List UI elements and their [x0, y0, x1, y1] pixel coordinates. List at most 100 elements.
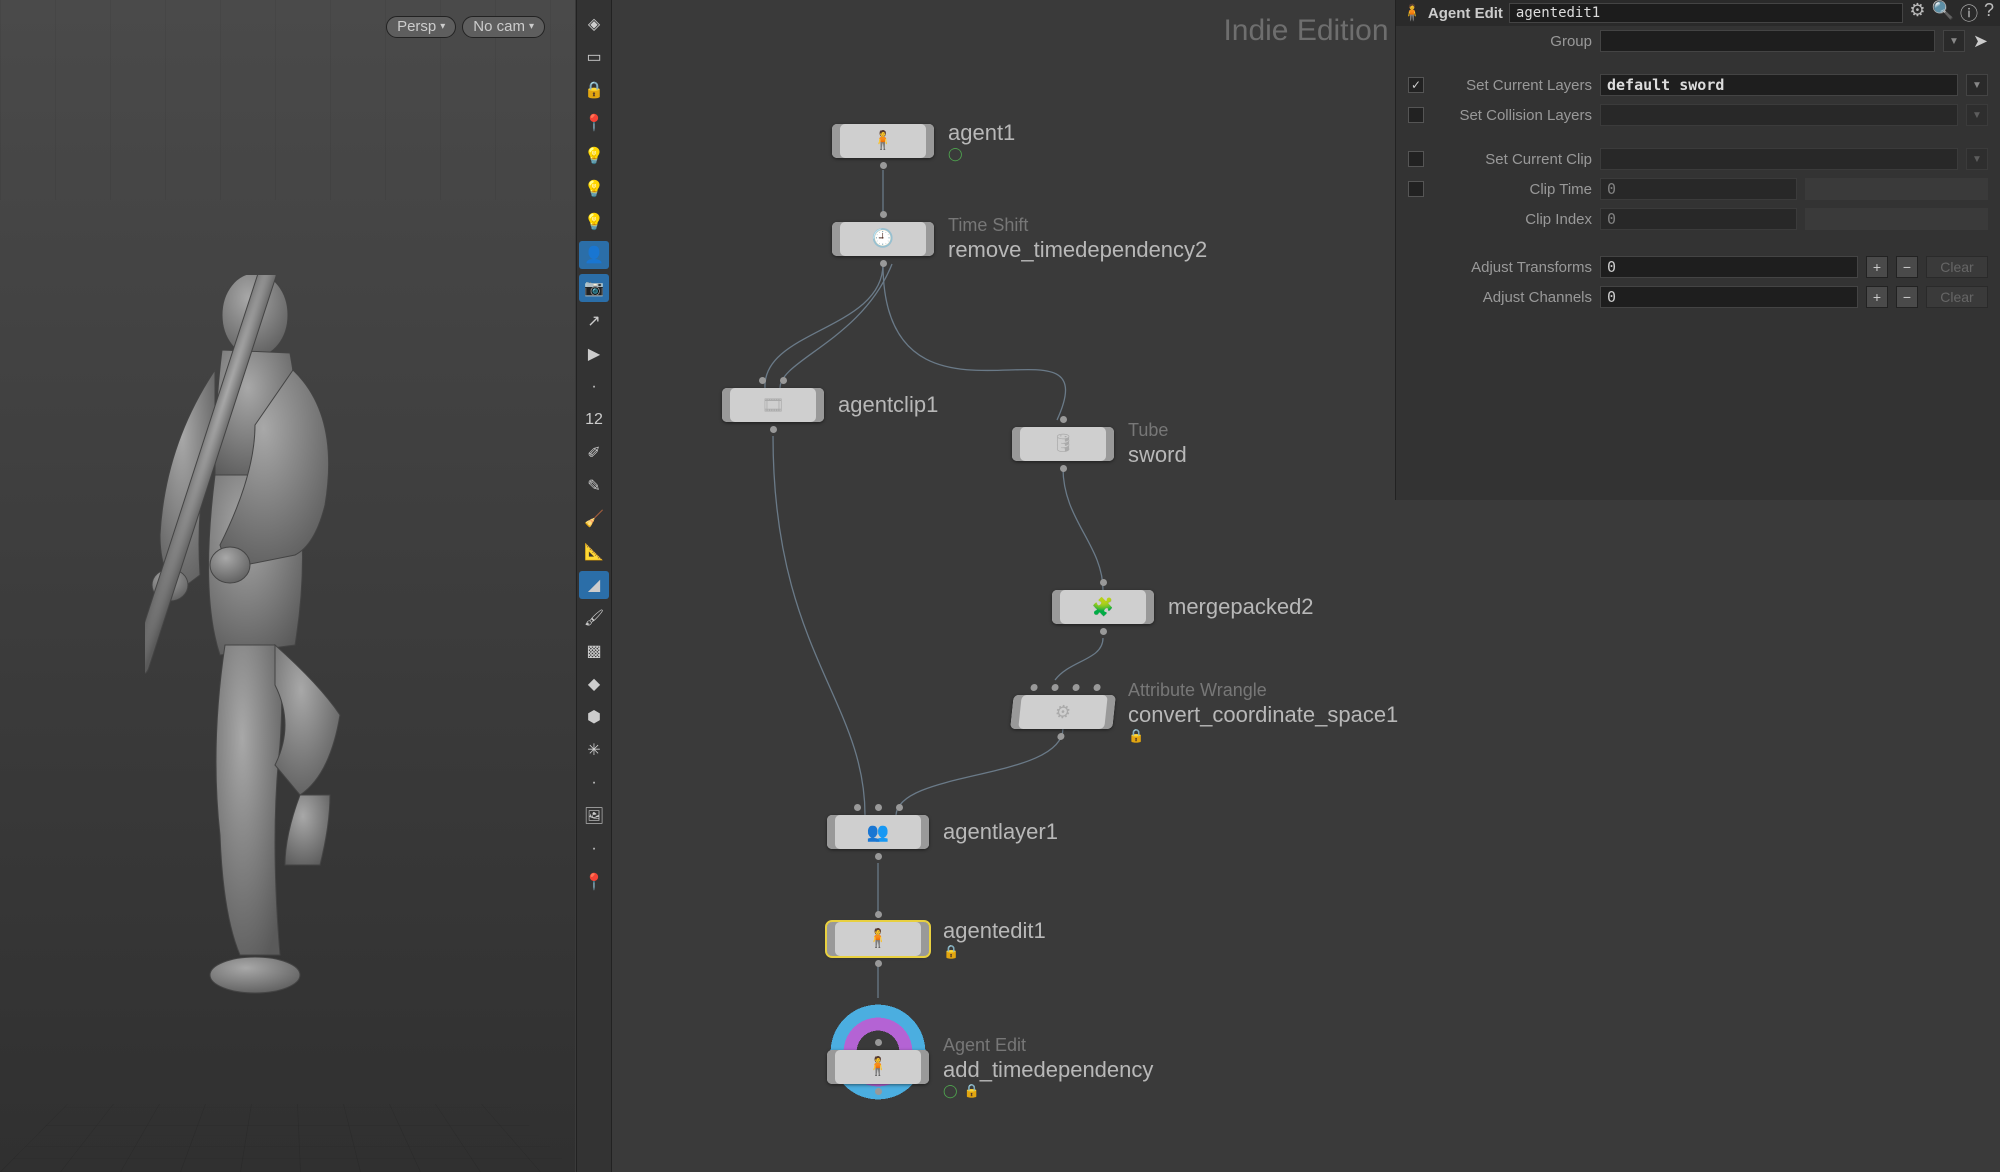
- gear-icon[interactable]: ⚙: [1909, 0, 1925, 26]
- display-tool-17[interactable]: ◢: [579, 571, 609, 599]
- adjust-channels-field[interactable]: [1600, 286, 1858, 308]
- node-name-field[interactable]: [1509, 3, 1904, 23]
- adjust-transforms-remove-button[interactable]: −: [1896, 256, 1918, 278]
- adjust-transforms-field[interactable]: [1600, 256, 1858, 278]
- node-agent1[interactable]: 🧍 agent1◯: [832, 120, 1015, 162]
- display-tool-24[interactable]: 🖼: [579, 802, 609, 830]
- display-tool-3[interactable]: 📍: [579, 109, 609, 137]
- display-tool-16[interactable]: 📐: [579, 538, 609, 566]
- camera-menu[interactable]: Persp▾: [386, 16, 456, 38]
- node-type-hint: Agent Edit: [943, 1035, 1153, 1057]
- display-tool-19[interactable]: ▩: [579, 637, 609, 665]
- node-name-label: sword: [1128, 442, 1187, 468]
- node-name-label: agentedit1: [943, 918, 1046, 944]
- node-label-group: Time Shiftremove_timedependency2: [948, 215, 1207, 263]
- agent-edit-icon: 🧍: [1402, 3, 1422, 23]
- display-tool-23[interactable]: ·: [579, 769, 609, 797]
- set-current-layers-checkbox[interactable]: ✓: [1408, 77, 1424, 93]
- node-icon: 🧩: [1092, 597, 1114, 618]
- display-tool-5[interactable]: 💡: [579, 175, 609, 203]
- adjust-transforms-clear-button[interactable]: Clear: [1926, 256, 1988, 278]
- node-icon: 🕘: [872, 228, 894, 249]
- node-label-group: agentlayer1: [943, 819, 1058, 845]
- clip-index-slider[interactable]: [1805, 208, 1988, 230]
- node-body[interactable]: 🛢: [1012, 427, 1114, 461]
- node-agentedit1[interactable]: 🧍agentedit1🔒: [827, 918, 1046, 960]
- node-icon: ⚙: [1054, 701, 1072, 722]
- node-body[interactable]: 🧍: [832, 124, 934, 158]
- collision-layers-field[interactable]: [1600, 104, 1958, 126]
- display-tool-0[interactable]: ◈: [579, 10, 609, 38]
- clip-time-slider[interactable]: [1805, 178, 1988, 200]
- adjust-transforms-label: Adjust Transforms: [1432, 259, 1592, 276]
- search-icon[interactable]: 🔍: [1932, 0, 1954, 26]
- node-name-label: add_timedependency: [943, 1057, 1153, 1083]
- group-dropdown[interactable]: ▼: [1943, 30, 1965, 52]
- node-body[interactable]: ⚙: [1010, 695, 1116, 729]
- node-name-label: mergepacked2: [1168, 594, 1314, 620]
- node-body[interactable]: 🎞: [722, 388, 824, 422]
- node-sword[interactable]: 🛢 Tubesword: [1012, 420, 1187, 468]
- clip-time-field[interactable]: [1600, 178, 1797, 200]
- node-agentlayer1[interactable]: 👥 agentlayer1: [827, 815, 1058, 849]
- display-tool-26[interactable]: 📍: [579, 868, 609, 896]
- display-tool-18[interactable]: 🖌: [579, 604, 609, 632]
- display-tool-15[interactable]: 🧹: [579, 505, 609, 533]
- node-label-group: agent1◯: [948, 120, 1015, 162]
- node-name-label: remove_timedependency2: [948, 237, 1207, 263]
- node-add_time[interactable]: 🧍 Agent Editadd_timedependency◯ 🔒: [827, 1035, 1153, 1099]
- set-collision-layers-checkbox[interactable]: [1408, 107, 1424, 123]
- display-tool-21[interactable]: ⬢: [579, 703, 609, 731]
- viewport-3d[interactable]: Persp▾ No cam▾: [0, 0, 575, 1172]
- lock-badge-icon: 🔒: [964, 1083, 980, 1099]
- node-convert[interactable]: ⚙Attribute Wrangleconvert_coordinate_spa…: [1012, 680, 1398, 744]
- viewport-grid: [0, 1104, 575, 1172]
- node-name-label: agentlayer1: [943, 819, 1058, 845]
- group-field[interactable]: [1600, 30, 1935, 52]
- current-layers-dropdown[interactable]: ▼: [1966, 74, 1988, 96]
- adjust-transforms-add-button[interactable]: +: [1866, 256, 1888, 278]
- clip-time-checkbox[interactable]: [1408, 181, 1424, 197]
- display-tool-9[interactable]: ↗: [579, 307, 609, 335]
- display-tool-25[interactable]: ·: [579, 835, 609, 863]
- adjust-channels-add-button[interactable]: +: [1866, 286, 1888, 308]
- node-mergepacked2[interactable]: 🧩 mergepacked2: [1052, 590, 1314, 624]
- group-select-arrow-icon[interactable]: ➤: [1973, 31, 1988, 52]
- display-tool-14[interactable]: ✎: [579, 472, 609, 500]
- display-tool-2[interactable]: 🔒: [579, 76, 609, 104]
- node-body[interactable]: 🧍: [827, 1050, 929, 1084]
- set-current-clip-checkbox[interactable]: [1408, 151, 1424, 167]
- display-tool-13[interactable]: ✐: [579, 439, 609, 467]
- current-layers-field[interactable]: [1600, 74, 1958, 96]
- node-body[interactable]: 🧩: [1052, 590, 1154, 624]
- display-tool-11[interactable]: ·: [579, 373, 609, 401]
- node-body[interactable]: 🕘: [832, 222, 934, 256]
- display-tool-8[interactable]: 📷: [579, 274, 609, 302]
- collision-layers-dropdown[interactable]: ▼: [1966, 104, 1988, 126]
- display-tool-4[interactable]: 💡: [579, 142, 609, 170]
- node-timeshift[interactable]: 🕘 Time Shiftremove_timedependency2: [832, 215, 1207, 263]
- node-agentclip1[interactable]: 🎞agentclip1: [722, 388, 938, 422]
- node-name-label: agent1: [948, 120, 1015, 146]
- display-tool-12[interactable]: 12: [579, 406, 609, 434]
- no-cam-menu[interactable]: No cam▾: [462, 16, 545, 38]
- display-tool-7[interactable]: 👤: [579, 241, 609, 269]
- adjust-channels-clear-button[interactable]: Clear: [1926, 286, 1988, 308]
- help-icon[interactable]: ?: [1984, 0, 1994, 26]
- node-icon: 🎞: [762, 395, 785, 416]
- current-clip-field[interactable]: [1600, 148, 1958, 170]
- display-tool-22[interactable]: ✳: [579, 736, 609, 764]
- current-clip-dropdown[interactable]: ▼: [1966, 148, 1988, 170]
- info-icon[interactable]: ⓘ: [1960, 0, 1978, 26]
- display-tool-20[interactable]: ◆: [579, 670, 609, 698]
- node-body[interactable]: 👥: [827, 815, 929, 849]
- display-tool-1[interactable]: ▭: [579, 43, 609, 71]
- display-tool-6[interactable]: 💡: [579, 208, 609, 236]
- node-body[interactable]: 🧍: [827, 922, 929, 956]
- adjust-channels-remove-button[interactable]: −: [1896, 286, 1918, 308]
- clip-index-field[interactable]: [1600, 208, 1797, 230]
- node-type-hint: Tube: [1128, 420, 1187, 442]
- edition-watermark: Indie Edition: [1223, 14, 1388, 48]
- display-tool-10[interactable]: ▶: [579, 340, 609, 368]
- time-dependent-badge-icon: ◯: [943, 1083, 958, 1099]
